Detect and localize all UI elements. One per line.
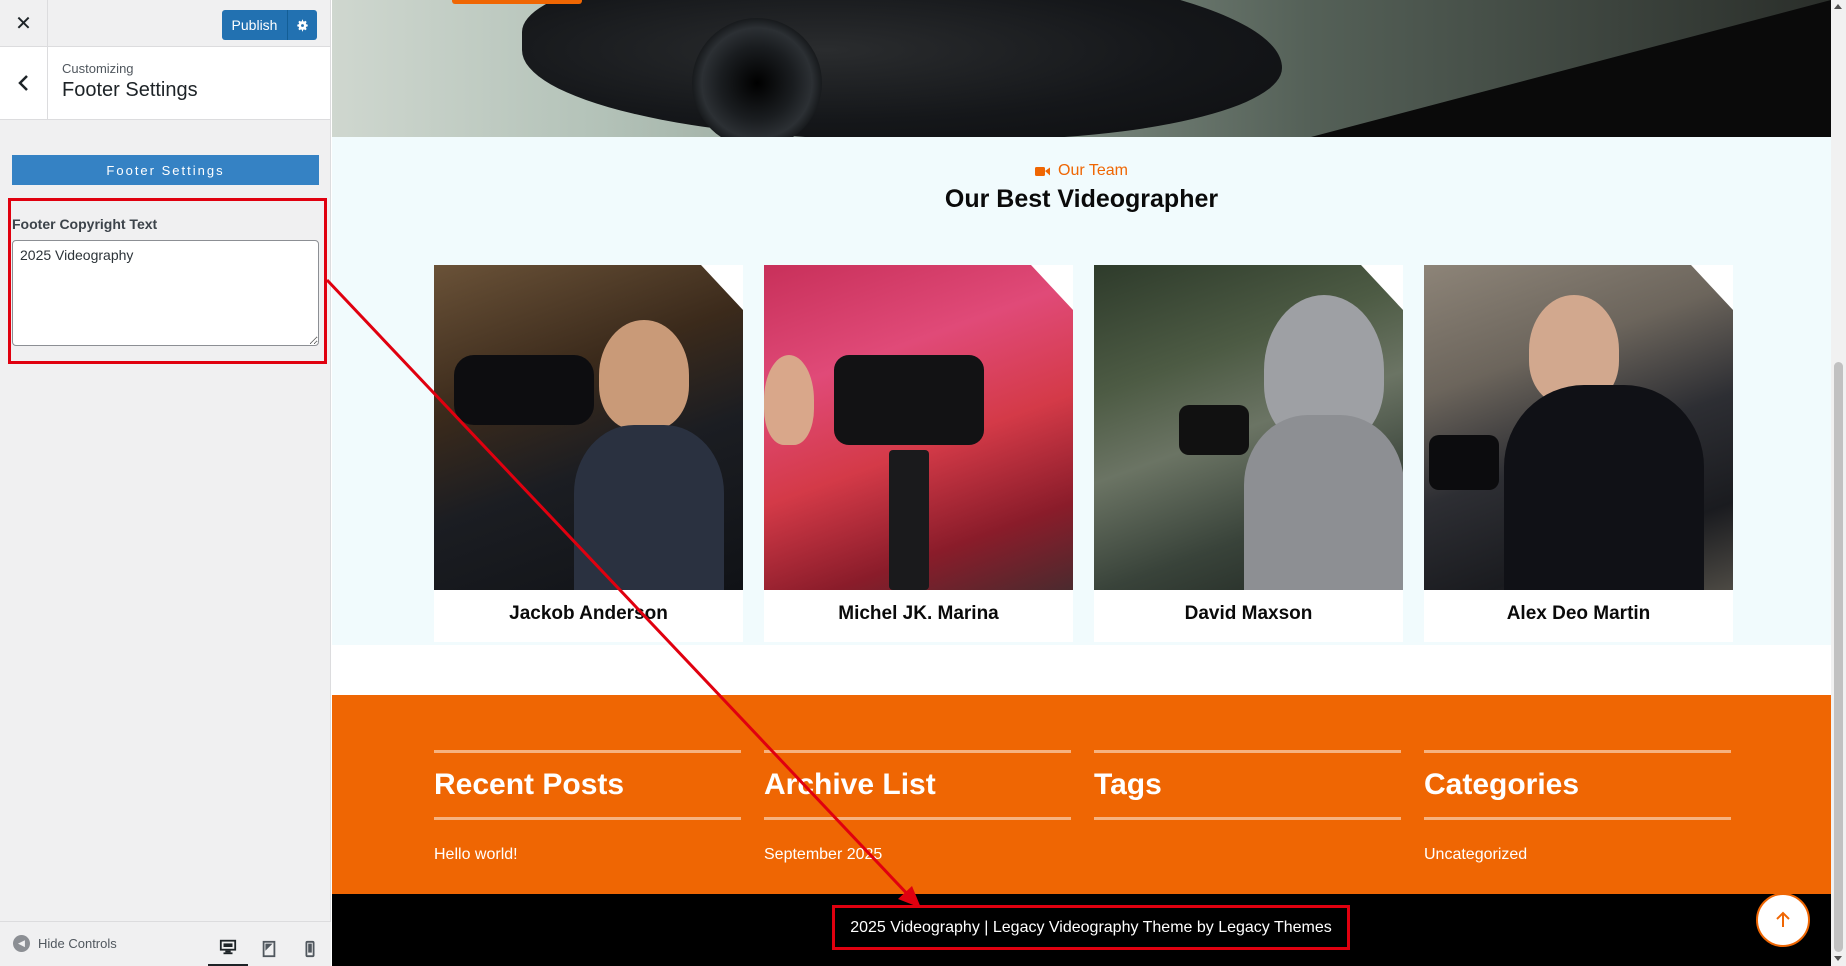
mobile-icon [305, 940, 315, 957]
section-title: Footer Settings [62, 79, 198, 101]
team-member-card: Jackob Anderson [434, 265, 743, 642]
customizer-header: ✕ Publish [0, 0, 330, 47]
team-member-name: Alex Deo Martin [1506, 603, 1651, 624]
hide-controls-button[interactable]: ◀ Hide Controls [13, 935, 117, 952]
publish-group: Publish [222, 10, 317, 40]
team-member-card: David Maxson [1094, 265, 1403, 642]
team-member-photo [1424, 265, 1733, 590]
hero-image [332, 0, 1831, 148]
close-icon: ✕ [15, 11, 32, 35]
team-member-photo [764, 265, 1073, 590]
footer-widget-archive: Archive List September 2025 [764, 750, 1071, 864]
footer-widget-heading: Archive List [764, 768, 936, 801]
team-member-name: David Maxson [1184, 603, 1313, 624]
team-member-card: Alex Deo Martin [1424, 265, 1733, 642]
team-member-photo [1094, 265, 1403, 590]
hide-controls-label: Hide Controls [38, 936, 117, 951]
footer-widget-heading: Categories [1424, 768, 1580, 801]
team-title: Our Best Videographer [944, 185, 1219, 213]
customizer-footer: ◀ Hide Controls [0, 921, 331, 966]
customizer-sidebar: ✕ Publish Customizing Footer Settings Fo… [0, 0, 331, 966]
footer-widget-tags: Tags [1094, 750, 1401, 846]
close-customizer-button[interactable]: ✕ [0, 0, 48, 46]
team-member-photo [434, 265, 743, 590]
team-section: Our Team Our Best Videographer Jackob An… [332, 137, 1831, 645]
footer-widget-heading: Tags [1094, 768, 1162, 801]
back-button[interactable] [0, 47, 48, 119]
site-preview: Our Team Our Best Videographer Jackob An… [332, 0, 1831, 966]
preview-desktop-button[interactable] [208, 930, 248, 966]
team-member-card: Michel JK. Marina [764, 265, 1073, 642]
camera-graphic [522, 0, 1282, 140]
section-header: Customizing Footer Settings [0, 47, 330, 120]
site-footer: Recent Posts Hello world! Archive List S… [332, 695, 1831, 894]
video-camera-icon [1035, 166, 1051, 176]
copyright-text: 2025 Videography | Legacy Videography Th… [832, 905, 1350, 950]
footer-widget-categories: Categories Uncategorized [1424, 750, 1731, 864]
gear-icon [297, 19, 308, 31]
scroll-to-top-button[interactable] [1756, 893, 1810, 947]
scrollbar-thumb[interactable] [1834, 362, 1843, 952]
tablet-icon [262, 940, 276, 957]
preview-scrollbar[interactable] [1831, 0, 1846, 966]
team-member-name: Michel JK. Marina [838, 603, 999, 624]
footer-widget-heading: Recent Posts [434, 768, 625, 801]
preview-mobile-button[interactable] [290, 930, 330, 966]
customizing-label: Customizing [62, 61, 134, 76]
publish-button[interactable]: Publish [222, 10, 287, 40]
collapse-icon: ◀ [13, 935, 30, 952]
publish-settings-button[interactable] [287, 10, 317, 40]
desktop-icon [219, 939, 237, 955]
copyright-bar: 2025 Videography | Legacy Videography Th… [332, 894, 1831, 966]
camera-lens-graphic [692, 18, 822, 148]
footer-settings-banner: Footer Settings [12, 155, 319, 185]
footer-widget-link[interactable]: September 2025 [764, 846, 1071, 864]
arrow-up-icon [1776, 911, 1790, 927]
footer-copyright-label: Footer Copyright Text [12, 216, 158, 232]
footer-copyright-textarea[interactable] [12, 240, 319, 346]
footer-widget-recent-posts: Recent Posts Hello world! [434, 750, 741, 864]
team-member-name: Jackob Anderson [509, 603, 668, 624]
footer-widget-link[interactable]: Hello world! [434, 846, 741, 864]
team-kicker: Our Team [332, 162, 1831, 180]
hero-button-edge[interactable] [452, 0, 582, 4]
team-kicker-label: Our Team [1058, 162, 1128, 179]
hero-dark-corner [1311, 0, 1831, 137]
footer-widget-link[interactable]: Uncategorized [1424, 846, 1731, 864]
preview-tablet-button[interactable] [249, 930, 289, 966]
chevron-left-icon [17, 75, 28, 91]
